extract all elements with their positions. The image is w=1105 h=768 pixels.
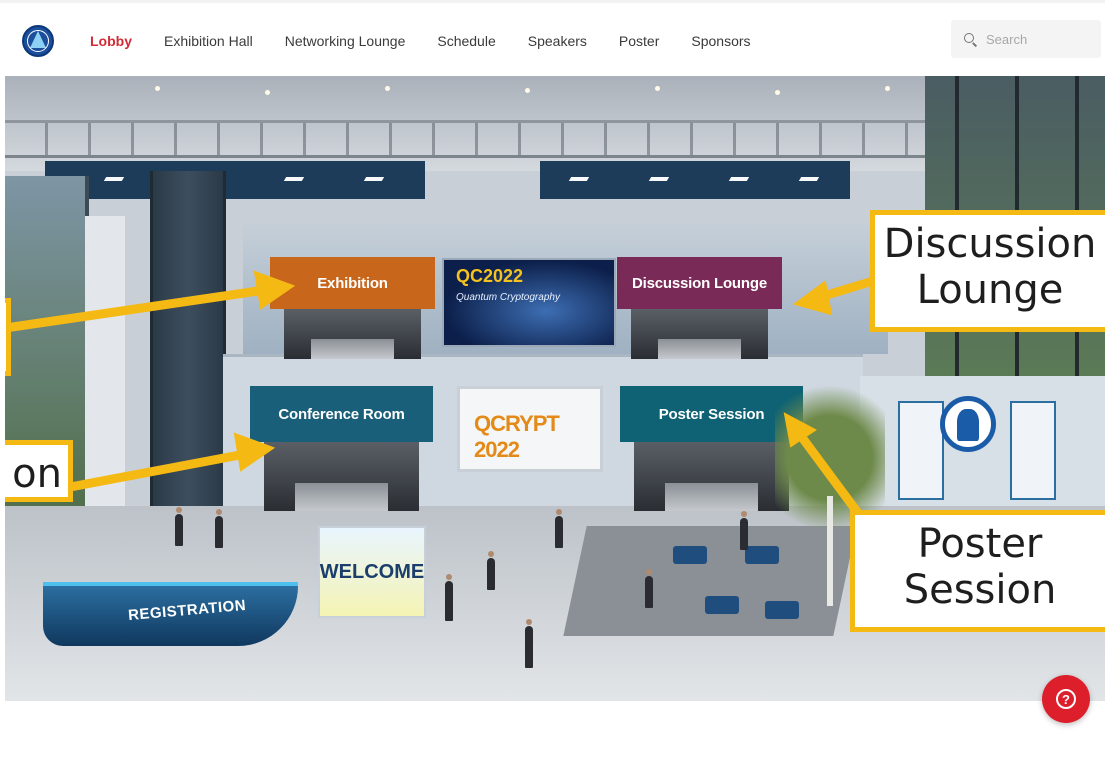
ceiling-light: [885, 86, 890, 91]
avatar: [555, 509, 563, 548]
lounge-sofa: [745, 546, 779, 564]
search-icon: [964, 33, 976, 45]
ceiling-beam: [45, 161, 425, 199]
mezzanine-railing: [5, 120, 925, 158]
avatar: [215, 509, 223, 548]
booth-sign: Conference Room: [250, 386, 433, 442]
nav-item-exhibition-hall[interactable]: Exhibition Hall: [164, 33, 253, 49]
lounge-sofa: [673, 546, 707, 564]
qc2022-screen: QC2022 Quantum Cryptography: [442, 258, 616, 347]
exhibition-booth[interactable]: Exhibition: [270, 257, 435, 359]
avatar: [445, 574, 453, 621]
academia-sinica-logo-icon[interactable]: [22, 25, 54, 57]
discussion-lounge-booth[interactable]: Discussion Lounge: [617, 257, 782, 359]
ceiling-light: [775, 90, 780, 95]
poster-session-callout: Poster Session: [850, 510, 1105, 632]
academia-sinica-seal-icon: [940, 396, 996, 452]
lounge-sofa: [765, 601, 799, 619]
nav-item-schedule[interactable]: Schedule: [437, 33, 495, 49]
wall-poster: [1010, 401, 1056, 500]
nav-item-sponsors[interactable]: Sponsors: [691, 33, 750, 49]
virtual-lobby-scene: Exhibition Discussion Lounge Conference …: [5, 76, 1105, 701]
avatar: [175, 507, 183, 546]
discussion-lounge-callout: Discussion Lounge: [870, 210, 1105, 332]
help-circle-icon: ?: [1056, 689, 1076, 709]
booth-entrance: [284, 309, 421, 359]
nav-item-speakers[interactable]: Speakers: [528, 33, 587, 49]
ceiling-light: [525, 88, 530, 93]
booth-sign: Exhibition: [270, 257, 435, 309]
top-nav: Lobby Exhibition Hall Networking Lounge …: [0, 0, 1105, 76]
ceiling-light: [655, 86, 660, 91]
qc-logo-text: QC2022: [456, 266, 524, 286]
avatar: [740, 511, 748, 550]
nav-top-divider: [0, 0, 1105, 3]
registration-desk[interactable]: REGISTRATION: [43, 564, 298, 646]
qcrypt-logo-text: QCRYPT 2022: [474, 411, 560, 462]
avatar: [525, 619, 533, 668]
ceiling-beam: [540, 161, 850, 199]
avatar: [645, 569, 653, 608]
conference-room-callout: on: [5, 440, 73, 502]
booth-entrance: [631, 309, 768, 359]
ceiling-light: [155, 86, 160, 91]
main-menu: Lobby Exhibition Hall Networking Lounge …: [90, 31, 751, 51]
booth-entrance: [264, 442, 419, 511]
qcrypt-screen: QCRYPT 2022: [457, 386, 603, 472]
booth-sign: Discussion Lounge: [617, 257, 782, 309]
search-input[interactable]: [984, 30, 1088, 48]
search-box[interactable]: [951, 20, 1101, 58]
nav-item-poster[interactable]: Poster: [619, 33, 659, 49]
exhibition-callout: [5, 298, 11, 376]
qc-subtitle: Quantum Cryptography: [456, 292, 560, 303]
ceiling-light: [265, 90, 270, 95]
tree-trunk: [827, 496, 833, 606]
ceiling-light: [385, 86, 390, 91]
avatar: [487, 551, 495, 590]
booth-entrance: [634, 442, 789, 511]
conference-room-booth[interactable]: Conference Room: [250, 386, 433, 511]
lounge-sofa: [705, 596, 739, 614]
welcome-sign: WELCOME: [318, 526, 426, 618]
help-button[interactable]: ?: [1042, 675, 1090, 723]
nav-item-networking-lounge[interactable]: Networking Lounge: [285, 33, 406, 49]
nav-item-lobby[interactable]: Lobby: [90, 33, 132, 49]
wall-poster: [898, 401, 944, 500]
